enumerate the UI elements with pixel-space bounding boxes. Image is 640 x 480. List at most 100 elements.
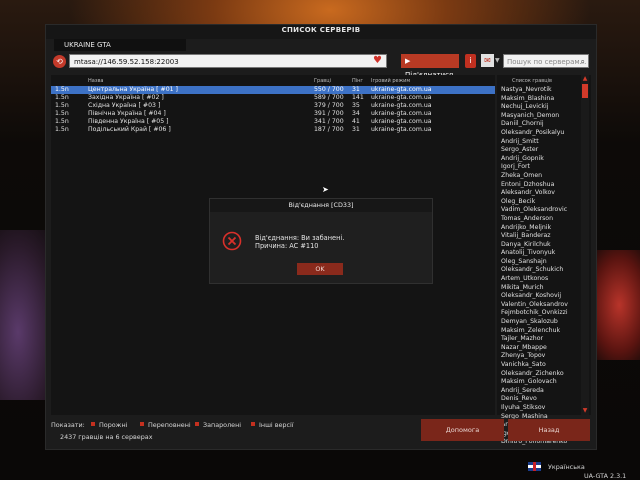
server-gamemode: ukraine-gta.com.ua bbox=[371, 118, 432, 125]
player-list-item[interactable]: Vanichka_Sato bbox=[501, 361, 575, 370]
player-list-item[interactable]: Maksim_Blashina bbox=[501, 95, 575, 104]
player-list-item[interactable]: Nastya_Nevrotik bbox=[501, 86, 575, 95]
player-list-item[interactable]: Vadim_Oleksandrovic bbox=[501, 206, 575, 215]
server-row[interactable]: 1.5n Північна Україна [ #04 ] 391 / 700 … bbox=[51, 110, 495, 118]
server-name: Подільський Край [ #06 ] bbox=[88, 126, 171, 133]
chevron-down-icon[interactable]: ▼ bbox=[495, 55, 501, 67]
filter-full-label[interactable]: Переповнені bbox=[148, 421, 191, 429]
server-name: Центральна Україна [ #01 ] bbox=[88, 86, 178, 93]
server-row[interactable]: 1.5n Південна Україна [ #05 ] 341 / 700 … bbox=[51, 118, 495, 126]
player-list-item[interactable]: Masyanich_Demon bbox=[501, 112, 575, 121]
player-list-item[interactable]: Mikita_Murich bbox=[501, 284, 575, 293]
filter-locked-checkbox[interactable] bbox=[195, 422, 199, 426]
server-row[interactable]: 1.5n Східна Україна [ #03 ] 379 / 700 35… bbox=[51, 102, 495, 110]
dialog-message: Від'єднання: Ви забанені. Причина: AC #1… bbox=[255, 234, 344, 250]
player-list-item[interactable]: Danya_Kirilchuk bbox=[501, 241, 575, 250]
refresh-icon[interactable]: ⟲ bbox=[53, 55, 66, 68]
help-button[interactable]: Допомога bbox=[421, 419, 504, 441]
window-title: СПИСОК СЕРВЕРІВ bbox=[281, 26, 361, 34]
column-name[interactable]: Назва bbox=[88, 78, 104, 84]
player-list-item[interactable]: Valentin_Oleksandrov bbox=[501, 301, 575, 310]
player-list-item[interactable]: Denis_Revo bbox=[501, 395, 575, 404]
filter-full-checkbox[interactable] bbox=[140, 422, 144, 426]
player-list-item[interactable]: Fejmbotchik_Ovnkizzi bbox=[501, 309, 575, 318]
server-ping: 31 bbox=[352, 86, 360, 93]
player-list-item[interactable]: Tomas_Anderson bbox=[501, 215, 575, 224]
player-list-item[interactable]: Oleksandr_Posikalyu bbox=[501, 129, 575, 138]
title-bar[interactable]: СПИСОК СЕРВЕРІВ bbox=[46, 25, 596, 39]
player-list-item[interactable]: Zhenya_Topov bbox=[501, 352, 575, 361]
back-button[interactable]: Назад bbox=[508, 419, 590, 441]
player-list-item[interactable]: Demyan_Skalozub bbox=[501, 318, 575, 327]
heart-icon[interactable]: ♥ bbox=[373, 56, 384, 66]
column-players[interactable]: Гравці bbox=[314, 78, 331, 84]
server-ping: 34 bbox=[352, 110, 360, 117]
column-gamemode[interactable]: Ігровий режим bbox=[371, 78, 410, 84]
player-list-item[interactable]: Maksim_Zelenchuk bbox=[501, 327, 575, 336]
filter-locked-label[interactable]: Запаролені bbox=[203, 421, 241, 429]
version-label: UA-GTA 2.3.1 bbox=[584, 472, 627, 480]
player-list-item[interactable]: Aleksandr_Volkov bbox=[501, 189, 575, 198]
server-name: Західна Україна [ #02 ] bbox=[88, 94, 164, 101]
filter-empty-label[interactable]: Порожні bbox=[99, 421, 127, 429]
player-list-item[interactable]: Oleksandr_Zichenko bbox=[501, 370, 575, 379]
player-list-item[interactable]: Sergo_Aster bbox=[501, 146, 575, 155]
player-list-item[interactable]: Anatolij_Tivonyuk bbox=[501, 249, 575, 258]
server-version: 1.5n bbox=[55, 86, 69, 93]
scroll-thumb[interactable] bbox=[582, 84, 588, 98]
filter-other-versions-checkbox[interactable] bbox=[251, 422, 255, 426]
disconnect-dialog: Від'єднання [CD33] Від'єднання: Ви забан… bbox=[209, 198, 433, 284]
player-list-item[interactable]: Andrij_Smitt bbox=[501, 138, 575, 147]
language-label: Українська bbox=[548, 463, 585, 471]
player-list-item[interactable]: Andrij_Sereda bbox=[501, 387, 575, 396]
server-players: 391 / 700 bbox=[314, 110, 344, 117]
server-version: 1.5n bbox=[55, 110, 69, 117]
player-list-item[interactable]: Oleg_Sanshajn bbox=[501, 258, 575, 267]
player-list-item[interactable]: Tajler_Mazhor bbox=[501, 335, 575, 344]
search-icon[interactable]: ⌕ bbox=[581, 55, 585, 69]
server-name: Південна Україна [ #05 ] bbox=[88, 118, 169, 125]
player-list-item[interactable]: Nechuj_Levickij bbox=[501, 103, 575, 112]
server-version: 1.5n bbox=[55, 126, 69, 133]
info-icon[interactable]: i bbox=[465, 54, 476, 68]
flag-icon bbox=[528, 462, 541, 471]
scroll-down-icon[interactable]: ▼ bbox=[581, 408, 589, 414]
player-list-item[interactable]: Andrijko_Meljnik bbox=[501, 224, 575, 233]
server-row[interactable]: 1.5n Подільський Край [ #06 ] 187 / 700 … bbox=[51, 126, 495, 134]
connect-button[interactable]: ▶ Під'єднатися bbox=[401, 54, 459, 79]
server-gamemode: ukraine-gta.com.ua bbox=[371, 110, 432, 117]
player-list-item[interactable]: Daniil_Chornij bbox=[501, 120, 575, 129]
player-list-item[interactable]: Nazar_Mbappe bbox=[501, 344, 575, 353]
server-row[interactable]: 1.5n Центральна Україна [ #01 ] 550 / 70… bbox=[51, 86, 495, 94]
server-name: Північна Україна [ #04 ] bbox=[88, 110, 166, 117]
filter-empty-checkbox[interactable] bbox=[91, 422, 95, 426]
server-ping: 35 bbox=[352, 102, 360, 109]
player-list-item[interactable]: Oleksandr_Schukich bbox=[501, 266, 575, 275]
server-players: 589 / 700 bbox=[314, 94, 344, 101]
player-list-item[interactable]: Zhekа_Omen bbox=[501, 172, 575, 181]
player-list-item[interactable]: Ilyuha_Stiksov bbox=[501, 404, 575, 413]
player-list-scrollbar[interactable]: ▲ ▼ bbox=[581, 75, 589, 415]
address-text: mtasa://146.59.52.158:22003 bbox=[74, 58, 179, 66]
address-input[interactable]: mtasa://146.59.52.158:22003 ♥ bbox=[69, 54, 387, 68]
server-row[interactable]: 1.5n Західна Україна [ #02 ] 589 / 700 1… bbox=[51, 94, 495, 102]
player-list-item[interactable]: Andrij_Gopnik bbox=[501, 155, 575, 164]
mail-icon[interactable]: ✉ bbox=[481, 54, 494, 67]
player-list-header: Список гравців bbox=[512, 78, 552, 84]
player-list-item[interactable]: Maksim_Golovach bbox=[501, 378, 575, 387]
player-list-item[interactable]: Artem_Utkonos bbox=[501, 275, 575, 284]
filter-other-versions-label[interactable]: Інші версії bbox=[259, 421, 294, 429]
dialog-title: Від'єднання [CD33] bbox=[210, 199, 432, 212]
player-list-item[interactable]: Oleg_Becik bbox=[501, 198, 575, 207]
scroll-up-icon[interactable]: ▲ bbox=[581, 76, 589, 82]
player-list-item[interactable]: Entoni_Dzhoshua bbox=[501, 181, 575, 190]
search-input[interactable]: Пошук по серверам... ⌕ bbox=[503, 54, 589, 68]
toolbar: ⟲ mtasa://146.59.52.158:22003 ♥ ▶ Під'єд… bbox=[51, 53, 591, 79]
player-list-item[interactable]: Vitalij_Banderaz bbox=[501, 232, 575, 241]
server-name: Східна Україна [ #03 ] bbox=[88, 102, 161, 109]
column-ping[interactable]: Пінг bbox=[352, 78, 363, 84]
ok-button[interactable]: OK bbox=[297, 263, 343, 275]
player-list-item[interactable]: Igorj_Fort bbox=[501, 163, 575, 172]
server-players: 341 / 700 bbox=[314, 118, 344, 125]
player-list-item[interactable]: Oleksandr_Koshovij bbox=[501, 292, 575, 301]
